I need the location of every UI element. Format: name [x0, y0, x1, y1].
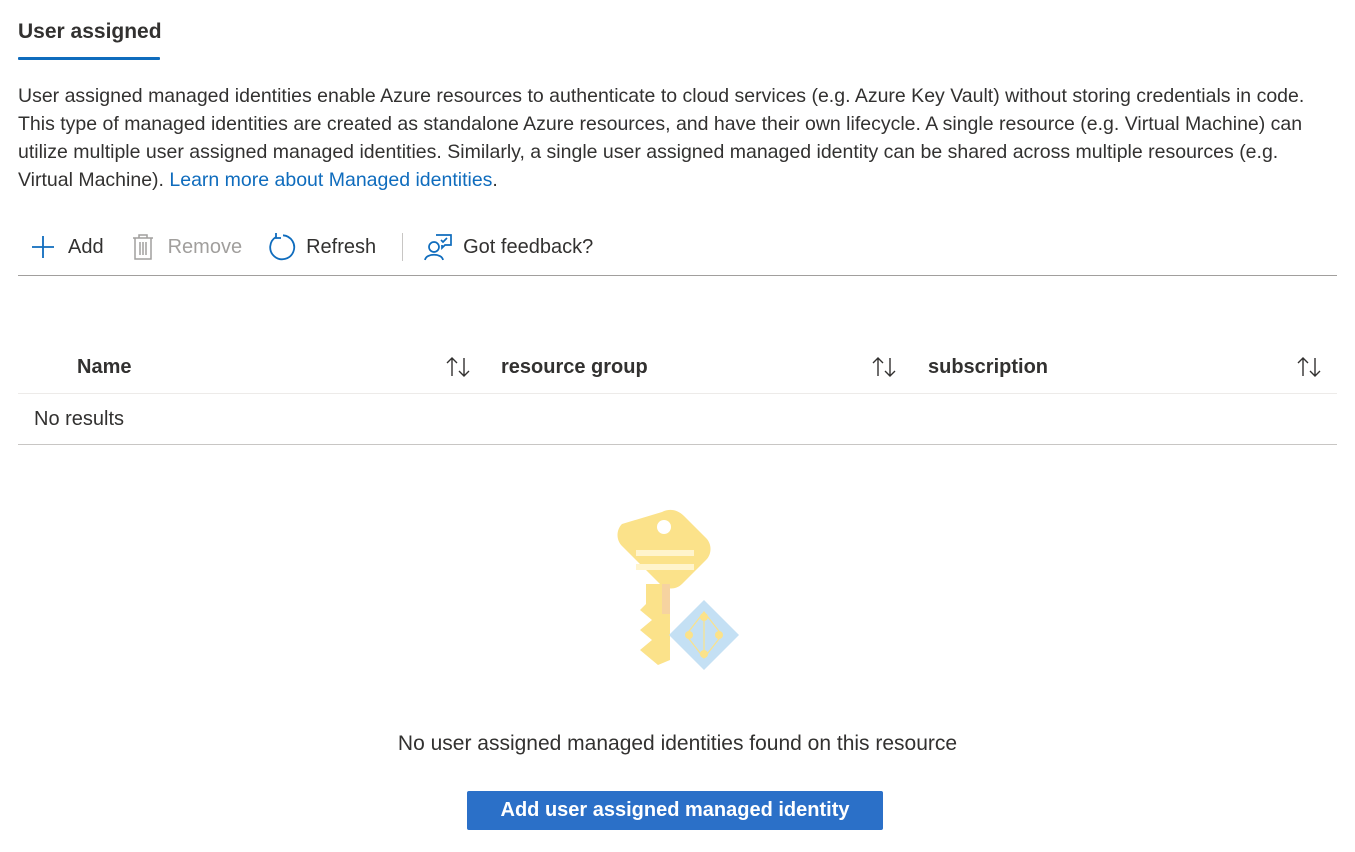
trash-icon	[128, 232, 158, 262]
toolbar-divider-line	[18, 275, 1337, 276]
column-header-resource-group[interactable]: resource group	[501, 342, 648, 392]
add-button[interactable]: Add	[28, 224, 104, 270]
feedback-button[interactable]: Got feedback?	[423, 224, 593, 270]
feedback-icon	[423, 232, 453, 262]
refresh-button[interactable]: Refresh	[266, 224, 376, 270]
sort-icon[interactable]	[869, 355, 899, 379]
key-identity-icon	[600, 500, 760, 680]
refresh-icon	[266, 232, 296, 262]
tab-user-assigned[interactable]: User assigned	[18, 17, 162, 61]
description-text: User assigned managed identities enable …	[18, 82, 1338, 194]
remove-button-label: Remove	[167, 235, 243, 258]
table-row: No results	[18, 395, 1337, 445]
column-header-name-label: Name	[77, 355, 132, 378]
sort-icon[interactable]	[443, 355, 473, 379]
plus-icon	[28, 232, 58, 262]
description-suffix: .	[492, 169, 498, 191]
toolbar-divider	[402, 233, 404, 261]
feedback-button-label: Got feedback?	[463, 235, 594, 258]
add-user-assigned-identity-button[interactable]: Add user assigned managed identity	[467, 791, 883, 830]
column-header-subscription[interactable]: subscription	[928, 342, 1048, 392]
tab-active-indicator	[18, 57, 160, 60]
column-header-subscription-label: subscription	[928, 355, 1049, 378]
empty-state-message: No user assigned managed identities foun…	[397, 732, 958, 755]
remove-button[interactable]: Remove	[128, 224, 242, 270]
add-button-label: Add	[68, 235, 104, 258]
refresh-button-label: Refresh	[306, 235, 377, 258]
column-header-name[interactable]: Name	[77, 342, 131, 392]
command-bar: Add Remove Refresh Got feedback?	[18, 224, 1337, 270]
column-header-resource-group-label: resource group	[501, 355, 648, 378]
no-results-text: No results	[34, 408, 125, 430]
user-assigned-identities-page: User assigned User assigned managed iden…	[0, 0, 1355, 852]
learn-more-link[interactable]: Learn more about Managed identities	[169, 169, 492, 191]
sort-icon[interactable]	[1294, 355, 1324, 379]
table-header: Name resource group subscription	[18, 342, 1337, 394]
